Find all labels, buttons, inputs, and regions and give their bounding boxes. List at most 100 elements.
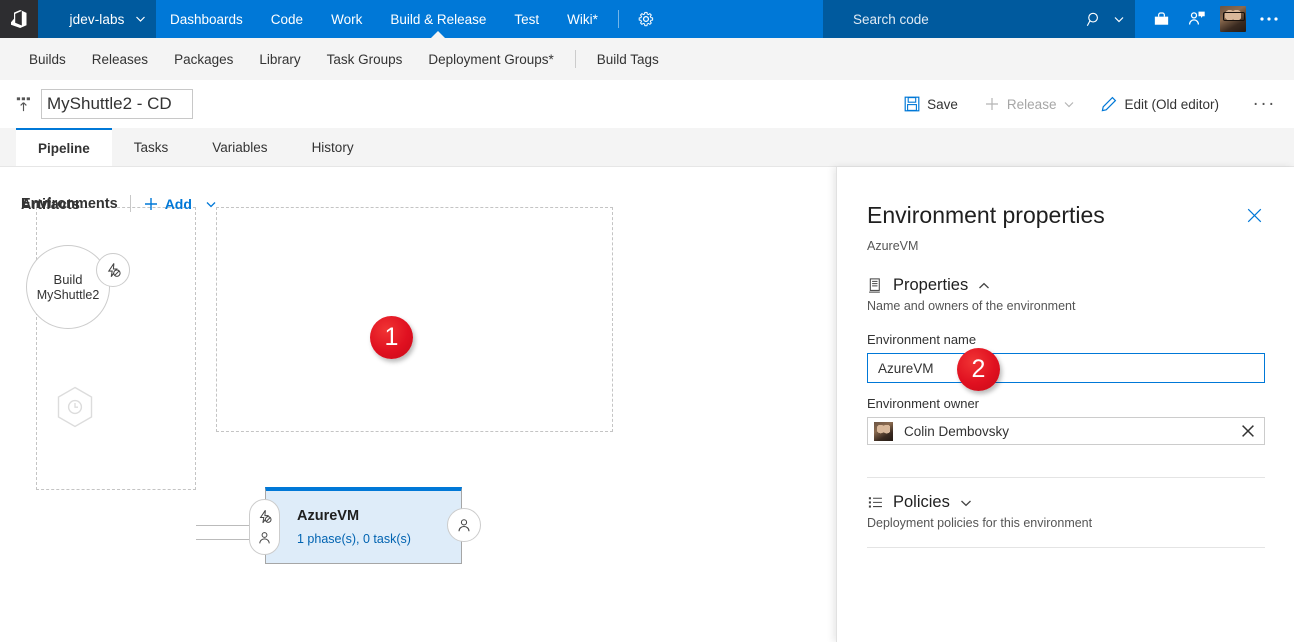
- environment-owner-field[interactable]: Colin Dembovsky: [867, 417, 1265, 445]
- add-label: Add: [164, 195, 192, 212]
- save-button[interactable]: Save: [891, 88, 971, 120]
- release-pipeline-icon: [14, 95, 33, 114]
- tab-label: History: [311, 139, 354, 155]
- clear-x-icon[interactable]: [1241, 424, 1258, 438]
- artifact-name-label: MyShuttle2: [36, 288, 100, 302]
- tab-tasks[interactable]: Tasks: [112, 128, 191, 166]
- pre-deployment-conditions-badge[interactable]: [249, 499, 280, 555]
- save-disk-icon: [904, 96, 920, 112]
- environment-owner-value: Colin Dembovsky: [904, 423, 1010, 439]
- gear-icon[interactable]: [625, 0, 667, 38]
- hub-item-library[interactable]: Library: [246, 52, 313, 67]
- panel-title: Environment properties: [867, 202, 1105, 228]
- properties-section-header[interactable]: Properties: [867, 276, 991, 295]
- environments-header: Environments Add: [21, 195, 217, 212]
- toolbar-actions: Save Release Edit (Old editor) ···: [891, 80, 1294, 128]
- nav-item-work[interactable]: Work: [317, 0, 376, 38]
- environments-container: [216, 207, 613, 432]
- chevron-down-icon[interactable]: [1113, 13, 1125, 25]
- section-divider: [867, 547, 1265, 548]
- search-icon[interactable]: [1086, 11, 1103, 28]
- environment-owner-label: Environment owner: [867, 396, 979, 411]
- hub-item-releases[interactable]: Releases: [79, 52, 161, 67]
- environments-title: Environments: [21, 195, 118, 212]
- ellipsis-icon[interactable]: [1252, 0, 1286, 38]
- add-environment-button[interactable]: Add: [143, 196, 217, 212]
- nav-item-code[interactable]: Code: [257, 0, 317, 38]
- pipeline-title-input[interactable]: [41, 89, 193, 119]
- nav-item-dashboards[interactable]: Dashboards: [156, 0, 257, 38]
- panel-subtitle: AzureVM: [867, 239, 919, 253]
- chevron-down-icon: [205, 198, 217, 210]
- policy-list-icon: [867, 494, 884, 511]
- release-label: Release: [1006, 96, 1057, 112]
- nav-label: Work: [331, 11, 363, 27]
- properties-section-title: Properties: [893, 276, 969, 294]
- tab-history[interactable]: History: [290, 128, 376, 166]
- post-deployment-conditions-badge[interactable]: [447, 508, 481, 542]
- nav-divider: [617, 10, 619, 28]
- tab-variables[interactable]: Variables: [190, 128, 289, 166]
- editor-tab-strip: Pipeline Tasks Variables History: [0, 128, 1294, 167]
- plus-icon: [143, 196, 159, 212]
- artifact-node-build[interactable]: Build MyShuttle2: [26, 245, 110, 329]
- chevron-up-icon[interactable]: [977, 279, 991, 293]
- release-pipeline-editor-page: jdev-labs Dashboards Code Work Build & R…: [0, 0, 1294, 642]
- hub-item-packages[interactable]: Packages: [161, 52, 246, 67]
- hub-item-build-tags[interactable]: Build Tags: [584, 52, 672, 67]
- avatar[interactable]: [1216, 0, 1250, 38]
- global-navigation-bar: jdev-labs Dashboards Code Work Build & R…: [0, 0, 1294, 38]
- hub-item-builds[interactable]: Builds: [16, 52, 79, 67]
- project-name: jdev-labs: [69, 11, 125, 27]
- close-icon[interactable]: [1247, 208, 1262, 223]
- header-divider: [129, 195, 131, 212]
- environment-name-label: AzureVM: [297, 508, 360, 524]
- vsts-logo-icon[interactable]: [0, 0, 38, 38]
- pre-deployment-trigger-icon: [257, 509, 273, 525]
- continuous-deployment-trigger-icon[interactable]: [96, 253, 130, 287]
- edit-label: Edit (Old editor): [1124, 96, 1219, 112]
- server-rack-icon: [867, 277, 884, 294]
- policies-section-header[interactable]: Policies: [867, 493, 973, 512]
- section-divider: [867, 477, 1265, 478]
- hub-item-deployment-groups[interactable]: Deployment Groups*: [415, 52, 566, 67]
- tab-label: Pipeline: [38, 140, 90, 156]
- annotation-badge-2: 2: [957, 348, 1000, 391]
- pencil-icon: [1101, 96, 1117, 112]
- chevron-down-icon[interactable]: [959, 496, 973, 510]
- environment-phase-task-summary[interactable]: 1 phase(s), 0 task(s): [297, 532, 411, 546]
- pre-deployment-approval-icon: [257, 530, 272, 545]
- chevron-down-icon: [135, 14, 146, 25]
- policies-section-description: Deployment policies for this environment: [867, 516, 1093, 530]
- nav-item-test[interactable]: Test: [500, 0, 553, 38]
- nav-label: Dashboards: [170, 11, 243, 27]
- global-actions: [1144, 0, 1294, 38]
- user-avatar: [1220, 6, 1246, 32]
- user-avatar: [874, 421, 893, 441]
- post-deployment-approval-icon: [456, 517, 472, 533]
- user-feedback-icon[interactable]: [1180, 0, 1214, 38]
- project-selector[interactable]: jdev-labs: [38, 0, 156, 38]
- nav-item-build-and-release[interactable]: Build & Release: [376, 0, 500, 38]
- scheduled-trigger-hexagon-icon[interactable]: [56, 386, 94, 428]
- save-label: Save: [927, 96, 958, 112]
- policies-section-title: Policies: [893, 493, 950, 511]
- search-input[interactable]: [823, 0, 1053, 38]
- artifact-environment-connector: [196, 525, 252, 526]
- hub-item-task-groups[interactable]: Task Groups: [314, 52, 416, 67]
- nav-label: Code: [270, 11, 304, 27]
- properties-section-description: Name and owners of the environment: [867, 299, 1076, 313]
- hub-navigation-bar: Builds Releases Packages Library Task Gr…: [0, 38, 1294, 80]
- environment-name-input[interactable]: [867, 353, 1265, 383]
- environment-node-azurevm[interactable]: AzureVM 1 phase(s), 0 task(s): [265, 487, 462, 564]
- release-button[interactable]: Release: [971, 88, 1089, 120]
- marketplace-bag-icon[interactable]: [1144, 0, 1178, 38]
- more-actions-ellipsis-icon[interactable]: ···: [1253, 95, 1276, 114]
- tab-pipeline[interactable]: Pipeline: [16, 128, 112, 166]
- editor-toolbar: Save Release Edit (Old editor) ···: [0, 80, 1294, 199]
- nav-item-wiki[interactable]: Wiki*: [553, 0, 612, 38]
- artifact-type-label: Build: [53, 272, 83, 287]
- tab-label: Variables: [212, 139, 268, 155]
- edit-old-editor-button[interactable]: Edit (Old editor): [1088, 88, 1232, 120]
- search-box[interactable]: [823, 0, 1135, 38]
